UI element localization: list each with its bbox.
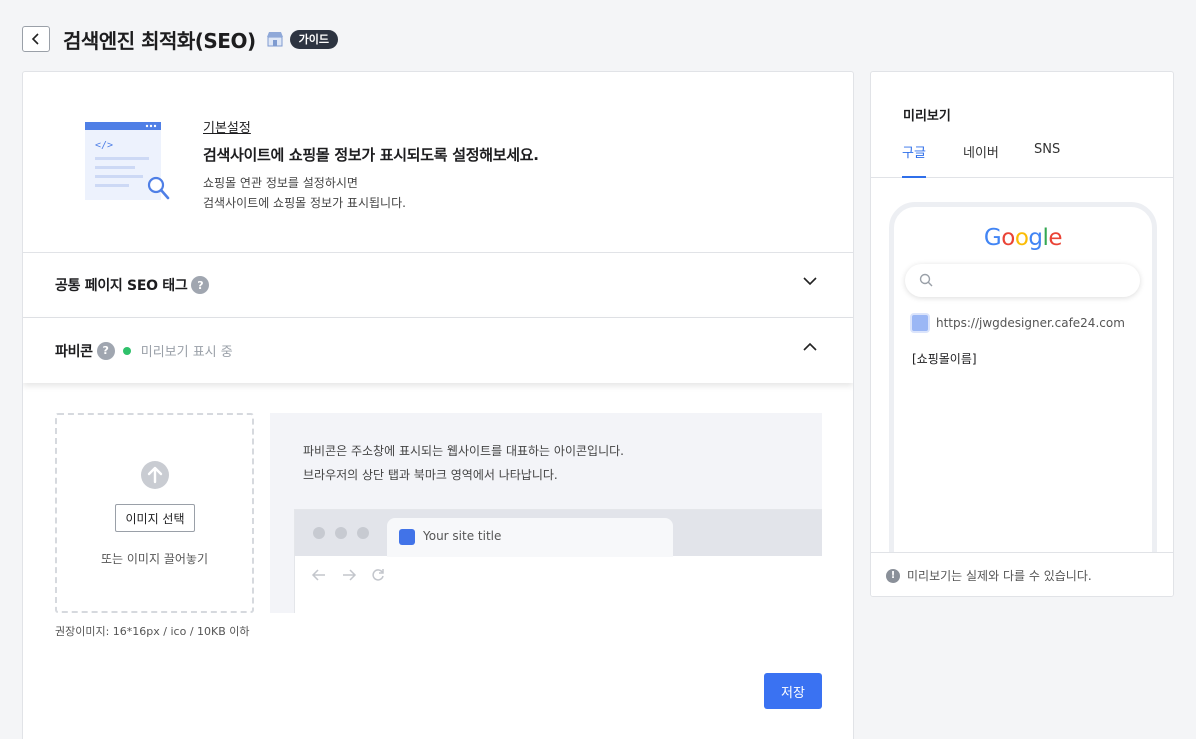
favicon-placeholder-icon bbox=[399, 529, 415, 545]
google-search-box bbox=[905, 264, 1140, 297]
guide-badge[interactable]: 가이드 bbox=[289, 29, 338, 49]
save-button[interactable]: 저장 bbox=[764, 673, 822, 709]
info-icon: ! bbox=[886, 568, 900, 583]
info-line: 파비콘은 주소창에 표시되는 웹사이트를 대표하는 아이콘입니다. bbox=[303, 444, 624, 458]
intro-section: </> 기본설정 검색사이트에 쇼핑몰 정보가 표시되도록 설정해보세요. 쇼핑… bbox=[23, 72, 853, 253]
image-upload-dropzone[interactable]: 이미지 선택 또는 이미지 끌어놓기 bbox=[55, 413, 254, 613]
page-header: 검색엔진 최적화(SEO) 가이드 bbox=[22, 26, 338, 53]
browser-tab-title: Your site title bbox=[423, 529, 502, 543]
favicon-info-panel: 파비콘은 주소창에 표시되는 웹사이트를 대표하는 아이콘입니다. 브라우저의 … bbox=[270, 413, 822, 613]
accordion-title: 공통 페이지 SEO 태그 bbox=[55, 278, 188, 294]
arrow-right-icon bbox=[343, 569, 357, 581]
tab-naver[interactable]: 네이버 bbox=[963, 142, 999, 178]
refresh-icon bbox=[372, 569, 384, 581]
search-icon bbox=[919, 273, 933, 287]
accordion-title: 파비콘 bbox=[55, 343, 93, 360]
arrow-left-icon bbox=[311, 569, 325, 581]
seo-settings-card: </> 기본설정 검색사이트에 쇼핑몰 정보가 표시되도록 설정해보세요. 쇼핑… bbox=[22, 71, 854, 739]
google-logo-letter: o bbox=[1014, 225, 1029, 251]
status-dot bbox=[122, 346, 131, 355]
result-favicon-icon bbox=[910, 313, 930, 333]
browser-nav-icons bbox=[311, 568, 385, 582]
tab-sns[interactable]: SNS bbox=[1034, 142, 1060, 178]
preview-footer: ! 미리보기는 실제와 다를 수 있습니다. bbox=[871, 552, 1173, 596]
preview-title: 미리보기 bbox=[903, 109, 951, 124]
browser-tab: Your site title bbox=[387, 518, 673, 557]
accordion-common-seo-tag[interactable]: 공통 페이지 SEO 태그 ? bbox=[23, 253, 853, 318]
window-dot bbox=[357, 527, 369, 539]
accordion-favicon[interactable]: 파비콘 ? 미리보기 표시 중 bbox=[23, 318, 853, 383]
page-title: 검색엔진 최적화(SEO) bbox=[63, 28, 256, 53]
browser-topbar: Your site title bbox=[295, 510, 822, 557]
google-logo-letter: e bbox=[1048, 225, 1063, 251]
google-logo-letter: g bbox=[1028, 225, 1043, 251]
window-dot bbox=[335, 527, 347, 539]
select-image-button[interactable]: 이미지 선택 bbox=[115, 504, 195, 532]
favicon-info-text: 파비콘은 주소창에 표시되는 웹사이트를 대표하는 아이콘입니다. 브라우저의 … bbox=[303, 439, 624, 487]
info-line: 브라우저의 상단 탭과 북마크 영역에서 나타납니다. bbox=[303, 468, 558, 482]
intro-desc-line: 쇼핑몰 연관 정보를 설정하시면 bbox=[203, 176, 358, 190]
intro-text: 기본설정 검색사이트에 쇼핑몰 정보가 표시되도록 설정해보세요. 쇼핑몰 연관… bbox=[203, 117, 539, 213]
svg-text:</>: </> bbox=[95, 140, 113, 151]
preview-disclaimer: 미리보기는 실제와 다를 수 있습니다. bbox=[907, 569, 1092, 583]
drag-drop-text: 또는 이미지 끌어놓기 bbox=[101, 552, 208, 566]
result-title: [쇼핑몰이름] bbox=[912, 352, 977, 366]
back-button[interactable] bbox=[22, 26, 50, 52]
google-logo: Google bbox=[894, 225, 1152, 251]
recommend-image-text: 권장이미지: 16*16px / ico / 10KB 이하 bbox=[55, 625, 250, 638]
status-text: 미리보기 표시 중 bbox=[140, 345, 233, 360]
help-icon[interactable]: ? bbox=[191, 276, 210, 294]
google-logo-letter: G bbox=[983, 225, 1002, 251]
phone-frame: Google https://jwgdesigner.cafe24.com [쇼… bbox=[889, 202, 1157, 552]
intro-description: 쇼핑몰 연관 정보를 설정하시면 검색사이트에 쇼핑몰 정보가 표시됩니다. bbox=[203, 173, 539, 213]
intro-heading: 검색사이트에 쇼핑몰 정보가 표시되도록 설정해보세요. bbox=[203, 146, 539, 164]
intro-label[interactable]: 기본설정 bbox=[203, 117, 539, 136]
preview-panel: 미리보기 구글 네이버 SNS Google https://jwgdesign… bbox=[870, 71, 1174, 597]
code-search-illustration-icon: </> bbox=[85, 122, 175, 206]
google-logo-letter: o bbox=[1001, 225, 1015, 251]
chevron-down-icon bbox=[803, 277, 817, 286]
chevron-left-icon bbox=[31, 33, 39, 45]
window-dot bbox=[313, 527, 325, 539]
preview-tabs: 구글 네이버 SNS bbox=[871, 132, 1173, 178]
help-icon[interactable]: ? bbox=[96, 341, 115, 360]
browser-illustration: Your site title bbox=[294, 509, 822, 613]
chevron-up-icon bbox=[803, 342, 817, 351]
tab-google[interactable]: 구글 bbox=[902, 142, 926, 178]
intro-desc-line: 검색사이트에 쇼핑몰 정보가 표시됩니다. bbox=[203, 196, 406, 210]
store-icon[interactable] bbox=[266, 31, 284, 47]
upload-arrow-icon bbox=[141, 461, 169, 489]
phone-preview-area: Google https://jwgdesigner.cafe24.com [쇼… bbox=[871, 178, 1173, 552]
result-url: https://jwgdesigner.cafe24.com bbox=[936, 316, 1125, 330]
